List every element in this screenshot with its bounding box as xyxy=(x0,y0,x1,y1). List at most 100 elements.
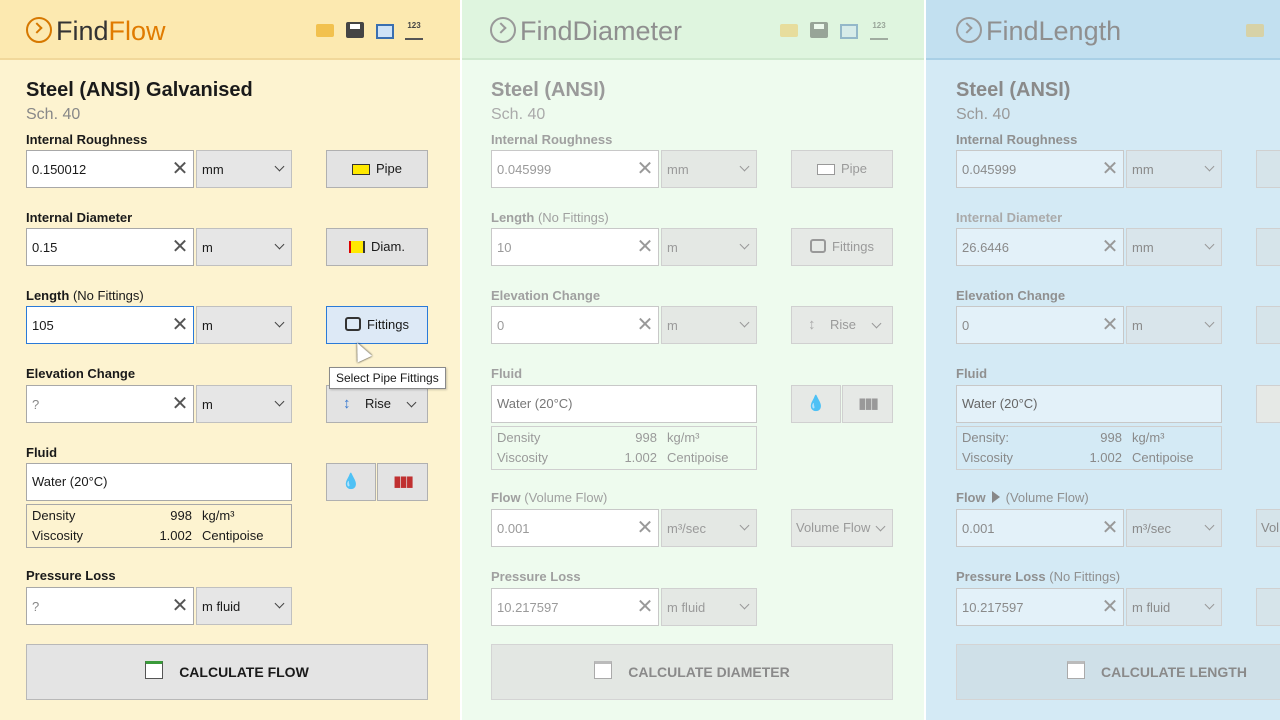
flow-unit-select[interactable]: m³/sec xyxy=(661,509,757,547)
save-icon[interactable] xyxy=(810,22,828,38)
clear-icon[interactable]: ✕ xyxy=(1101,159,1119,179)
rise-button[interactable]: ↕ Rise xyxy=(326,385,428,423)
elevation-field[interactable]: ✕ xyxy=(26,385,194,423)
elevation-unit-select[interactable]: m xyxy=(196,385,292,423)
length-field[interactable]: ✕ xyxy=(491,228,659,266)
rise-button[interactable] xyxy=(1256,306,1280,344)
diameter-button[interactable] xyxy=(1256,228,1280,266)
clear-icon[interactable]: ✕ xyxy=(636,315,654,335)
diameter-field[interactable]: ✕ xyxy=(26,228,194,266)
pipe-schedule: Sch. 40 xyxy=(956,106,1011,123)
roughness-input[interactable] xyxy=(962,151,1092,187)
diameter-field[interactable]: ✕ xyxy=(956,228,1124,266)
open-folder-icon[interactable] xyxy=(316,24,334,37)
roughness-unit-select[interactable]: mm xyxy=(661,150,757,188)
diameter-unit-select[interactable]: m xyxy=(196,228,292,266)
diameter-unit-select[interactable]: mm xyxy=(1126,228,1222,266)
length-field[interactable]: ✕ xyxy=(26,306,194,344)
pressure-field[interactable]: ✕ xyxy=(26,587,194,625)
rise-button[interactable]: ↕ Rise xyxy=(791,306,893,344)
fluid-drop-button[interactable]: 💧 xyxy=(791,385,841,423)
roughness-field[interactable]: ✕ xyxy=(491,150,659,188)
fluid-field[interactable]: Water (20°C) xyxy=(956,385,1222,423)
clear-icon[interactable]: ✕ xyxy=(1101,237,1119,257)
find-length-panel: FindLength Steel (ANSI) Sch. 40 Internal… xyxy=(926,0,1280,720)
pipe-button[interactable]: Pipe xyxy=(326,150,428,188)
clear-icon[interactable]: ✕ xyxy=(1101,315,1119,335)
fluid-properties: Density 998 kg/m³ Viscosity 1.002 Centip… xyxy=(26,504,292,548)
roughness-unit-select[interactable]: mm xyxy=(196,150,292,188)
clear-icon[interactable]: ✕ xyxy=(171,596,189,616)
roughness-field[interactable]: ✕ xyxy=(956,150,1124,188)
diameter-button[interactable]: Diam. xyxy=(326,228,428,266)
pipe-button[interactable] xyxy=(1256,150,1280,188)
pipe-button[interactable]: Pipe xyxy=(791,150,893,188)
fittings-button[interactable]: Fittings xyxy=(791,228,893,266)
numbers-icon[interactable]: 123 xyxy=(405,22,423,40)
open-folder-icon[interactable] xyxy=(780,24,798,37)
pressure-tool-button[interactable] xyxy=(1256,588,1280,626)
calculate-length-button[interactable]: CALCULATE LENGTH xyxy=(956,644,1280,700)
diameter-input[interactable] xyxy=(962,229,1092,265)
save-icon[interactable] xyxy=(346,22,364,38)
flow-input[interactable] xyxy=(497,510,627,546)
clear-icon[interactable]: ✕ xyxy=(636,237,654,257)
roughness-input[interactable] xyxy=(32,151,162,187)
calculate-diameter-button[interactable]: CALCULATE DIAMETER xyxy=(491,644,893,700)
clear-icon[interactable]: ✕ xyxy=(171,237,189,257)
clear-icon[interactable]: ✕ xyxy=(636,518,654,538)
flow-type-select[interactable]: Volume Flow xyxy=(791,509,893,547)
roughness-input[interactable] xyxy=(497,151,627,187)
numbers-icon[interactable]: 123 xyxy=(870,22,888,40)
clear-icon[interactable]: ✕ xyxy=(1101,518,1119,538)
pressure-input[interactable] xyxy=(962,589,1092,625)
elevation-field[interactable]: ✕ xyxy=(956,306,1124,344)
flow-input[interactable] xyxy=(962,510,1092,546)
open-folder-icon[interactable] xyxy=(1246,24,1264,37)
flow-field[interactable]: ✕ xyxy=(956,509,1124,547)
chevron-down-icon xyxy=(1204,317,1215,328)
pressure-field[interactable]: ✕ xyxy=(491,588,659,626)
elevation-input[interactable] xyxy=(32,386,162,422)
clear-icon[interactable]: ✕ xyxy=(171,394,189,414)
elevation-input[interactable] xyxy=(962,307,1092,343)
roughness-field[interactable]: ✕ xyxy=(26,150,194,188)
length-unit-select[interactable]: m xyxy=(661,228,757,266)
fluid-drop-button[interactable] xyxy=(1256,385,1280,423)
pressure-unit-select[interactable]: m fluid xyxy=(1126,588,1222,626)
length-input[interactable] xyxy=(32,307,162,343)
clear-icon[interactable]: ✕ xyxy=(1101,597,1119,617)
clear-icon[interactable]: ✕ xyxy=(171,315,189,335)
pressure-input[interactable] xyxy=(497,589,627,625)
elevation-input[interactable] xyxy=(497,307,627,343)
clear-icon[interactable]: ✕ xyxy=(636,597,654,617)
flow-type-select[interactable]: Vol xyxy=(1256,509,1280,547)
diameter-input[interactable] xyxy=(32,229,162,265)
pipe-icon xyxy=(816,164,835,175)
length-input[interactable] xyxy=(497,229,627,265)
pressure-input[interactable] xyxy=(32,588,162,624)
flow-unit-select[interactable]: m³/sec xyxy=(1126,509,1222,547)
elevation-field[interactable]: ✕ xyxy=(491,306,659,344)
calculate-flow-button[interactable]: CALCULATE FLOW xyxy=(26,644,428,700)
elevation-unit-select[interactable]: m xyxy=(1126,306,1222,344)
fluid-drop-button[interactable]: 💧 xyxy=(326,463,376,501)
roughness-unit-select[interactable]: mm xyxy=(1126,150,1222,188)
screen-icon[interactable] xyxy=(376,24,394,39)
flow-field[interactable]: ✕ xyxy=(491,509,659,547)
pressure-unit-select[interactable]: m fluid xyxy=(196,587,292,625)
fluid-field[interactable]: Water (20°C) xyxy=(26,463,292,501)
expand-arrow-icon[interactable] xyxy=(991,491,1000,503)
clear-icon[interactable]: ✕ xyxy=(171,159,189,179)
fittings-button[interactable]: Fittings xyxy=(326,306,428,344)
length-unit-select[interactable]: m xyxy=(196,306,292,344)
screen-icon[interactable] xyxy=(840,24,858,39)
pressure-field[interactable]: ✕ xyxy=(956,588,1124,626)
fluid-chart-button[interactable]: ▮▮▮ xyxy=(842,385,893,423)
fluid-field[interactable]: Water (20°C) xyxy=(491,385,757,423)
find-diameter-panel: FindDiameter 123 Steel (ANSI) Sch. 40 In… xyxy=(462,0,924,720)
clear-icon[interactable]: ✕ xyxy=(636,159,654,179)
fluid-chart-button[interactable]: ▮▮▮ xyxy=(377,463,428,501)
pressure-unit-select[interactable]: m fluid xyxy=(661,588,757,626)
elevation-unit-select[interactable]: m xyxy=(661,306,757,344)
